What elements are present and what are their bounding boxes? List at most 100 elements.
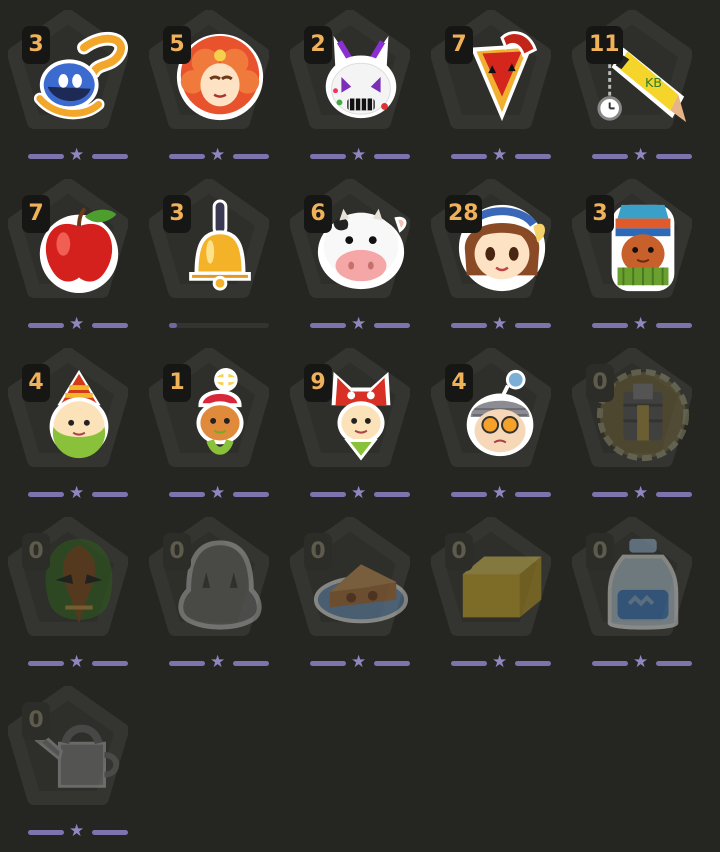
collection-item-slot[interactable]: 0 ★ [564,507,705,676]
item-count-badge: 0 [163,533,191,571]
item-count-badge: 4 [445,364,473,402]
rank-bar-right [374,492,410,497]
star-rank-bar: ★ [28,823,128,840]
collection-item-slot[interactable]: 0 ★ [0,676,141,845]
star-rank-bar: ★ [592,652,692,672]
star-rank-bar: ★ [28,654,128,671]
star-icon: ★ [210,145,226,165]
rank-bar-left [28,661,64,666]
rank-bar-left [28,492,64,497]
rank-bar-left [310,154,346,159]
collection-item-slot[interactable]: 0 ★ [141,507,282,676]
collection-item-slot[interactable]: 7 ★ [0,169,141,338]
progress-track [169,323,269,328]
star-rank-bar: ★ [310,316,410,333]
rank-bar-right [92,323,128,328]
rank-bar-right [515,492,551,497]
rank-bar-left [169,492,205,497]
rank-bar-left [28,830,64,835]
item-count-badge: 28 [445,195,482,233]
progress-bar [169,319,269,331]
collection-item-slot[interactable]: 9 ★ [282,338,423,507]
star-rank-bar: ★ [451,485,551,502]
rank-bar-right [656,661,692,666]
collection-item-slot[interactable]: 5 ★ [141,0,282,169]
item-count-badge: 2 [304,26,332,64]
star-icon: ★ [633,652,649,672]
star-rank-bar: ★ [169,483,269,503]
rank-bar-right [233,154,269,159]
rank-bar-left [451,323,487,328]
star-icon: ★ [69,483,85,503]
item-count-badge: 1 [163,364,191,402]
collection-item-slot[interactable]: 3 [141,169,282,338]
star-icon: ★ [210,483,226,503]
star-rank-bar: ★ [28,314,128,334]
item-count-badge: 0 [445,533,473,571]
rank-bar-right [233,492,269,497]
item-count-badge: 9 [304,364,332,402]
item-count-badge: 0 [586,364,614,402]
collection-item-slot[interactable]: 3 ★ [0,0,141,169]
star-icon: ★ [351,483,367,503]
star-icon: ★ [69,314,85,334]
star-rank-bar: ★ [169,652,269,672]
rank-bar-left [169,154,205,159]
rank-bar-right [656,492,692,497]
rank-bar-left [592,492,628,497]
star-icon: ★ [210,652,226,672]
rank-bar-right [515,154,551,159]
item-count-badge: 0 [586,533,614,571]
item-count-badge: 0 [22,702,50,740]
star-icon: ★ [633,314,649,334]
collection-item-slot[interactable]: 4 ★ [0,338,141,507]
collection-item-slot[interactable]: 2 ★ [282,0,423,169]
collection-item-slot[interactable]: 0 ★ [0,507,141,676]
star-icon: ★ [633,483,649,503]
star-rank-bar: ★ [451,314,551,334]
star-icon: ★ [492,314,508,334]
star-rank-bar: ★ [592,483,692,503]
collection-item-slot[interactable]: 3 ★ [564,169,705,338]
star-rank-bar: ★ [28,483,128,503]
star-rank-bar: ★ [592,145,692,165]
collection-item-slot[interactable]: 28 ★ [423,169,564,338]
collection-item-slot[interactable]: 0 ★ [282,507,423,676]
item-count-badge: 5 [163,26,191,64]
item-count-badge: 0 [22,533,50,571]
star-rank-bar: ★ [451,654,551,671]
rank-bar-right [515,661,551,666]
collection-item-slot[interactable]: 6 ★ [282,169,423,338]
collection-item-slot[interactable]: 0 ★ [423,507,564,676]
star-rank-bar: ★ [592,314,692,334]
progress-fill [169,323,177,328]
rank-bar-right [374,323,410,328]
collection-item-slot[interactable]: 4 ★ [423,338,564,507]
rank-bar-right [656,323,692,328]
item-count-badge: 7 [445,26,473,64]
collection-item-slot[interactable]: 7 ★ [423,0,564,169]
star-rank-bar: ★ [451,147,551,164]
rank-bar-left [28,154,64,159]
rank-bar-right [374,661,410,666]
rank-bar-right [374,154,410,159]
star-icon: ★ [633,145,649,165]
star-rank-bar: ★ [169,145,269,165]
rank-bar-right [515,323,551,328]
star-icon: ★ [69,145,85,165]
rank-bar-right [92,492,128,497]
rank-bar-left [310,661,346,666]
star-icon: ★ [351,145,367,165]
collection-item-slot[interactable]: 0 ★ [564,338,705,507]
collection-item-slot[interactable]: 1 ★ [141,338,282,507]
rank-bar-right [92,154,128,159]
rank-bar-left [28,323,64,328]
collection-item-slot[interactable]: 11 ★ [564,0,705,169]
rank-bar-left [592,154,628,159]
star-rank-bar: ★ [310,483,410,503]
rank-bar-right [92,830,128,835]
item-count-badge: 3 [586,195,614,233]
item-count-badge: 3 [163,195,191,233]
collection-grid: 3 ★ 5 ★ 2 ★ 7 ★ 11 ★ 7 ★ 3 6 ★ 28 ★ 3 ★ 4 ★ 1 ★ 9 ★ 4 ★ 0 ★ 0 ★ 0 ★ 0 ★ 0 ★ 0… [0,0,720,852]
item-count-badge: 3 [22,26,50,64]
